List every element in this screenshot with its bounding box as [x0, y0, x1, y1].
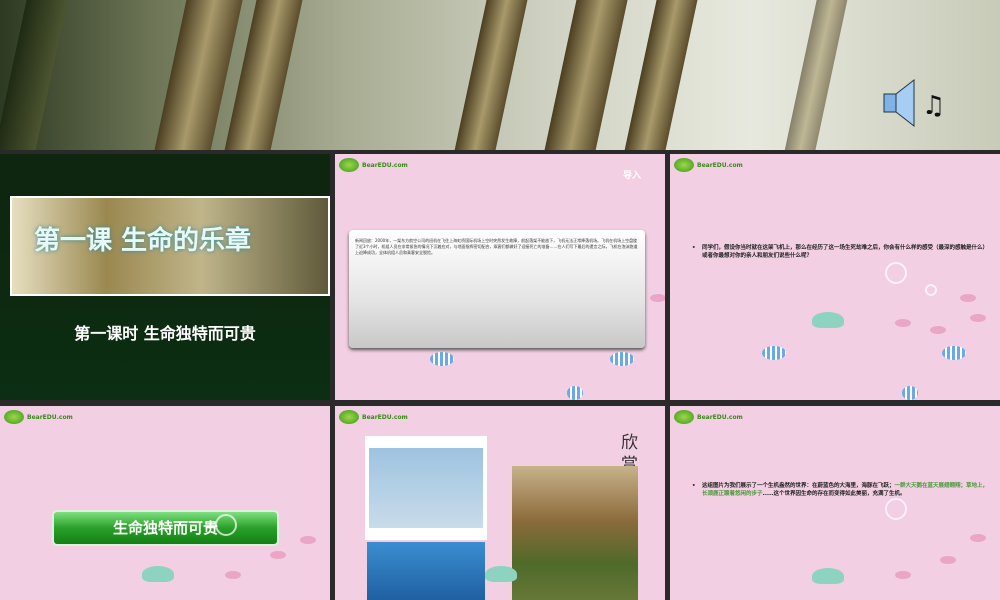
bullet-text: • 同学们，假设你当时就在这架飞机上，那么在经历了这一场生死劫难之后，你会有什么样…: [692, 245, 989, 259]
slide-1[interactable]: 第一课 生命的乐章 第一课时 生命独特而可贵: [0, 154, 330, 400]
slide-subtitle: 第一课时 生命独特而可贵: [74, 324, 256, 343]
svg-text:♫: ♫: [922, 91, 945, 121]
slide-5[interactable]: BearEDU.com 欣赏: [335, 406, 665, 600]
news-box: 新闻回放：2000年，一架东方航空公司的班机在飞往上海虹桥国际机场上空时突然发生…: [349, 230, 645, 348]
turtle-icon: [142, 566, 174, 582]
slide-4[interactable]: BearEDU.com 生命独特而可贵: [0, 406, 330, 600]
giraffes-image: [512, 466, 638, 600]
section-button[interactable]: 生命独特而可贵: [52, 510, 279, 546]
bullet-text: • 这组图片为我们展示了一个生机盎然的世界：在蔚蓝色的大海里，海豚在飞跃；一群大天…: [692, 483, 989, 497]
news-text: 新闻回放：2000年，一架东方航空公司的班机在飞往上海虹桥国际机场上空时突然发生…: [355, 238, 638, 255]
dolphins-image: [367, 542, 485, 600]
slide-heading: 导入: [623, 171, 642, 181]
swans-image: [365, 436, 487, 540]
logo: BearEDU.com: [339, 158, 408, 172]
logo: BearEDU.com: [4, 410, 73, 424]
slide-3[interactable]: BearEDU.com • 同学们，假设你当时就在这架飞机上，那么在经历了这一场生…: [670, 154, 1000, 400]
title-banner: ♫: [0, 0, 1000, 150]
slide-2[interactable]: BearEDU.com 导入 新闻回放：2000年，一架东方航空公司的班机在飞往…: [335, 154, 665, 400]
logo: BearEDU.com: [339, 410, 408, 424]
logo: BearEDU.com: [674, 158, 743, 172]
bamboo-image: 第一课 生命的乐章: [10, 196, 330, 296]
speaker-icon[interactable]: ♫: [882, 78, 952, 128]
turtle-icon: [812, 312, 844, 328]
slide-6[interactable]: BearEDU.com • 这组图片为我们展示了一个生机盎然的世界：在蔚蓝色的大海…: [670, 406, 1000, 600]
logo: BearEDU.com: [674, 410, 743, 424]
slide-title: 第一课 生命的乐章: [34, 226, 252, 256]
